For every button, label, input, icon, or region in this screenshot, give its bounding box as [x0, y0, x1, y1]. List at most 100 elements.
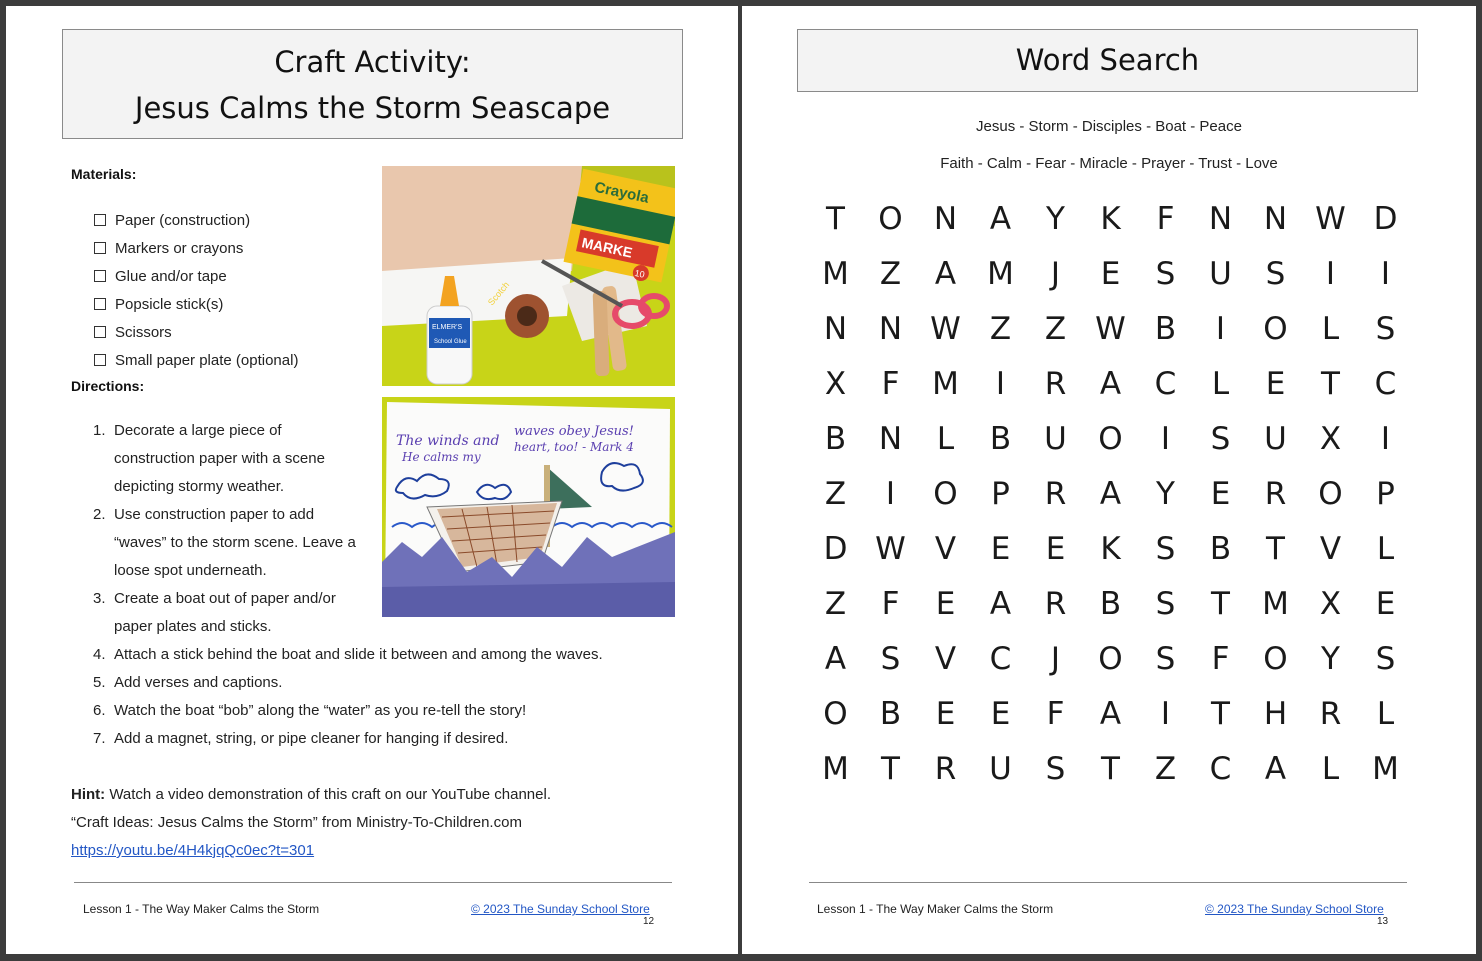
grid-letter[interactable]: M	[808, 247, 863, 302]
grid-letter[interactable]: O	[1083, 412, 1138, 467]
grid-letter[interactable]: R	[918, 742, 973, 797]
grid-letter[interactable]: C	[1358, 357, 1413, 412]
grid-letter[interactable]: W	[1303, 192, 1358, 247]
grid-letter[interactable]: E	[918, 687, 973, 742]
grid-letter[interactable]: S	[1358, 632, 1413, 687]
footer-copyright-link[interactable]: © 2023 The Sunday School Store	[1205, 902, 1384, 916]
grid-letter[interactable]: A	[1083, 687, 1138, 742]
grid-letter[interactable]: E	[1193, 467, 1248, 522]
checkbox-icon[interactable]	[94, 270, 106, 282]
grid-letter[interactable]: R	[1028, 357, 1083, 412]
grid-letter[interactable]: I	[1138, 412, 1193, 467]
grid-letter[interactable]: S	[1138, 522, 1193, 577]
grid-letter[interactable]: R	[1303, 687, 1358, 742]
grid-letter[interactable]: V	[918, 632, 973, 687]
grid-letter[interactable]: P	[1358, 467, 1413, 522]
grid-letter[interactable]: F	[1028, 687, 1083, 742]
grid-letter[interactable]: S	[1138, 632, 1193, 687]
grid-letter[interactable]: B	[863, 687, 918, 742]
grid-letter[interactable]: O	[1248, 632, 1303, 687]
grid-letter[interactable]: L	[918, 412, 973, 467]
checkbox-icon[interactable]	[94, 354, 106, 366]
grid-letter[interactable]: M	[1248, 577, 1303, 632]
grid-letter[interactable]: L	[1358, 687, 1413, 742]
grid-letter[interactable]: E	[1028, 522, 1083, 577]
grid-letter[interactable]: S	[863, 632, 918, 687]
grid-letter[interactable]: I	[1358, 412, 1413, 467]
grid-letter[interactable]: B	[808, 412, 863, 467]
grid-letter[interactable]: A	[808, 632, 863, 687]
grid-letter[interactable]: U	[973, 742, 1028, 797]
grid-letter[interactable]: I	[973, 357, 1028, 412]
grid-letter[interactable]: Y	[1303, 632, 1358, 687]
grid-letter[interactable]: A	[973, 192, 1028, 247]
grid-letter[interactable]: T	[808, 192, 863, 247]
grid-letter[interactable]: V	[1303, 522, 1358, 577]
grid-letter[interactable]: L	[1193, 357, 1248, 412]
grid-letter[interactable]: H	[1248, 687, 1303, 742]
grid-letter[interactable]: B	[973, 412, 1028, 467]
grid-letter[interactable]: A	[1083, 467, 1138, 522]
grid-letter[interactable]: I	[1358, 247, 1413, 302]
grid-letter[interactable]: M	[973, 247, 1028, 302]
grid-letter[interactable]: L	[1358, 522, 1413, 577]
grid-letter[interactable]: K	[1083, 522, 1138, 577]
checkbox-icon[interactable]	[94, 242, 106, 254]
grid-letter[interactable]: L	[1303, 302, 1358, 357]
grid-letter[interactable]: N	[918, 192, 973, 247]
grid-letter[interactable]: N	[1193, 192, 1248, 247]
grid-letter[interactable]: V	[918, 522, 973, 577]
grid-letter[interactable]: O	[808, 687, 863, 742]
grid-letter[interactable]: Z	[1138, 742, 1193, 797]
grid-letter[interactable]: K	[1083, 192, 1138, 247]
grid-letter[interactable]: O	[863, 192, 918, 247]
grid-letter[interactable]: B	[1138, 302, 1193, 357]
grid-letter[interactable]: C	[973, 632, 1028, 687]
grid-letter[interactable]: N	[863, 302, 918, 357]
grid-letter[interactable]: Y	[1028, 192, 1083, 247]
grid-letter[interactable]: F	[863, 357, 918, 412]
grid-letter[interactable]: R	[1028, 467, 1083, 522]
grid-letter[interactable]: I	[1193, 302, 1248, 357]
grid-letter[interactable]: N	[863, 412, 918, 467]
grid-letter[interactable]: F	[1193, 632, 1248, 687]
grid-letter[interactable]: I	[1138, 687, 1193, 742]
grid-letter[interactable]: O	[1303, 467, 1358, 522]
grid-letter[interactable]: M	[918, 357, 973, 412]
grid-letter[interactable]: T	[863, 742, 918, 797]
grid-letter[interactable]: T	[1248, 522, 1303, 577]
grid-letter[interactable]: T	[1303, 357, 1358, 412]
grid-letter[interactable]: Y	[1138, 467, 1193, 522]
grid-letter[interactable]: R	[1028, 577, 1083, 632]
grid-letter[interactable]: T	[1083, 742, 1138, 797]
grid-letter[interactable]: C	[1138, 357, 1193, 412]
grid-letter[interactable]: R	[1248, 467, 1303, 522]
grid-letter[interactable]: T	[1193, 577, 1248, 632]
grid-letter[interactable]: X	[1303, 412, 1358, 467]
grid-letter[interactable]: E	[918, 577, 973, 632]
grid-letter[interactable]: E	[973, 522, 1028, 577]
grid-letter[interactable]: Z	[808, 577, 863, 632]
grid-letter[interactable]: E	[1358, 577, 1413, 632]
grid-letter[interactable]: N	[808, 302, 863, 357]
grid-letter[interactable]: U	[1028, 412, 1083, 467]
grid-letter[interactable]: E	[1083, 247, 1138, 302]
grid-letter[interactable]: O	[1248, 302, 1303, 357]
grid-letter[interactable]: S	[1138, 577, 1193, 632]
grid-letter[interactable]: B	[1083, 577, 1138, 632]
grid-letter[interactable]: S	[1248, 247, 1303, 302]
grid-letter[interactable]: A	[918, 247, 973, 302]
grid-letter[interactable]: O	[1083, 632, 1138, 687]
grid-letter[interactable]: Z	[863, 247, 918, 302]
grid-letter[interactable]: D	[808, 522, 863, 577]
grid-letter[interactable]: U	[1248, 412, 1303, 467]
grid-letter[interactable]: S	[1138, 247, 1193, 302]
grid-letter[interactable]: W	[863, 522, 918, 577]
checkbox-icon[interactable]	[94, 214, 106, 226]
grid-letter[interactable]: B	[1193, 522, 1248, 577]
grid-letter[interactable]: M	[808, 742, 863, 797]
grid-letter[interactable]: Z	[1028, 302, 1083, 357]
grid-letter[interactable]: J	[1028, 247, 1083, 302]
grid-letter[interactable]: A	[1248, 742, 1303, 797]
footer-copyright-link[interactable]: © 2023 The Sunday School Store	[471, 902, 650, 916]
